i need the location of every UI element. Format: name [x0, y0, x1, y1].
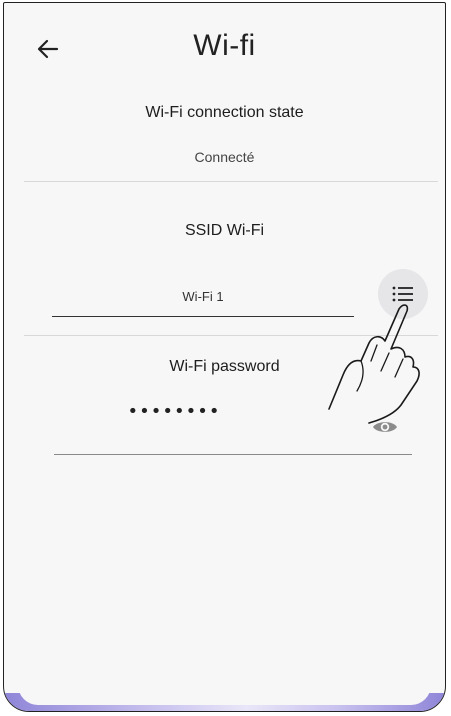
- toggle-password-visibility-button[interactable]: [370, 416, 400, 438]
- connection-state-label: Wi-Fi connection state: [145, 104, 304, 121]
- connection-state-value: Connecté: [194, 149, 255, 165]
- ssid-list-button[interactable]: [378, 269, 428, 319]
- password-label: Wi-Fi password: [169, 358, 280, 375]
- password-input[interactable]: [54, 403, 412, 455]
- list-icon: [392, 286, 413, 302]
- bottom-edge: [18, 685, 431, 705]
- eye-icon: [373, 422, 397, 432]
- page-title: Wi-fi: [193, 29, 256, 62]
- password-masked-value: ••••••••: [127, 401, 221, 422]
- screen: Wi-fi Wi-Fi connection state Connecté SS…: [0, 0, 451, 716]
- divider: [24, 335, 438, 336]
- ssid-input[interactable]: [52, 277, 354, 317]
- ssid-label: SSID Wi-Fi: [184, 222, 265, 239]
- divider: [24, 181, 438, 182]
- phone-frame: Wi-fi Wi-Fi connection state Connecté SS…: [3, 2, 446, 712]
